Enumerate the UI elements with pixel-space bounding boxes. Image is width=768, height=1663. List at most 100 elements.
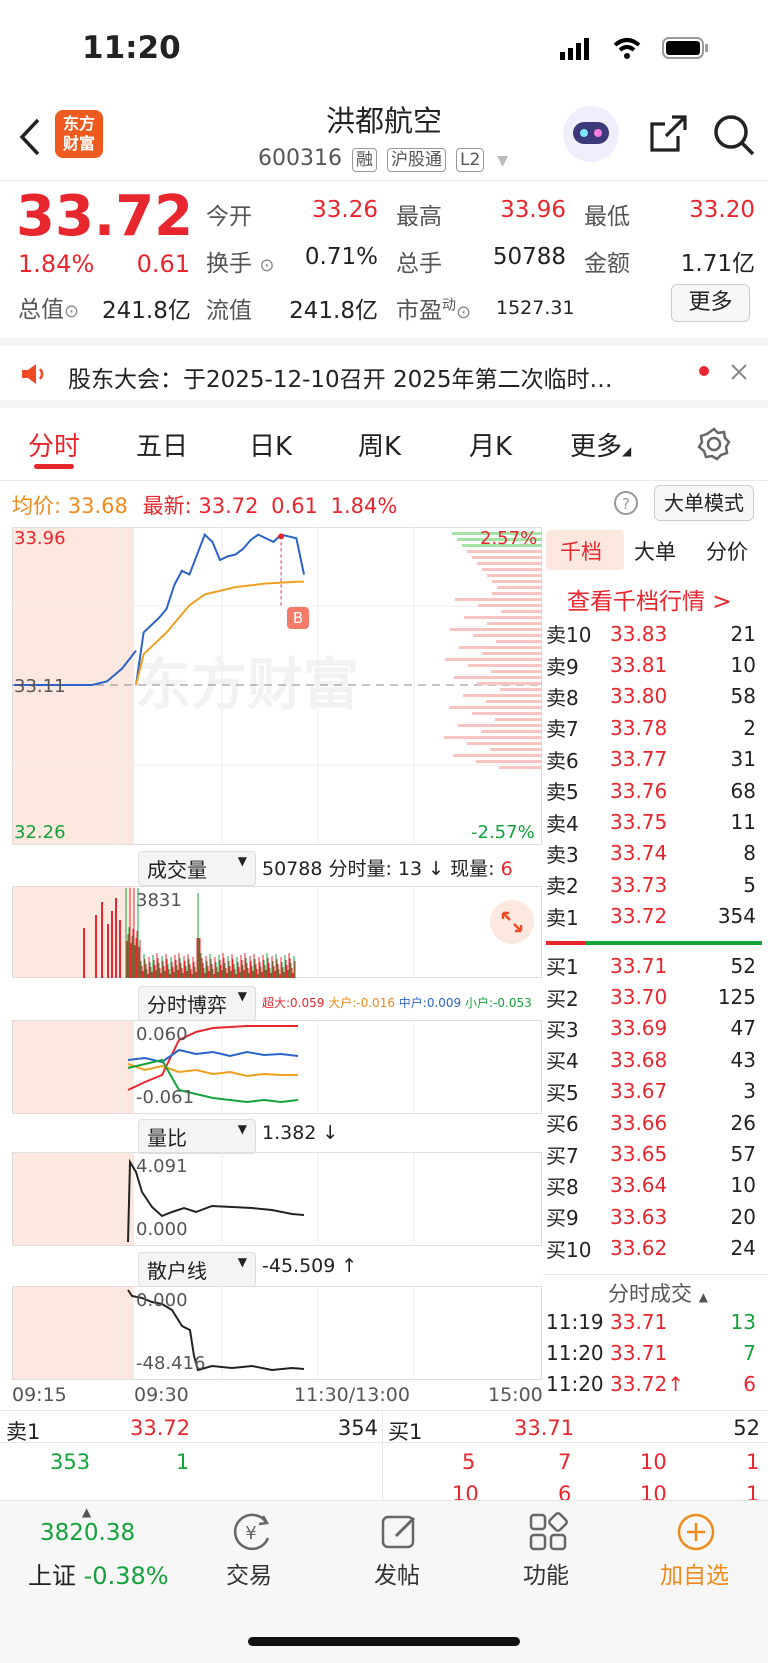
- bq-r2a: 353: [50, 1450, 91, 1474]
- tick-row[interactable]: 11:20 33.71 7: [546, 1337, 768, 1368]
- close-icon[interactable]: [731, 364, 747, 380]
- index-row[interactable]: 上证 -0.38%: [28, 1556, 169, 1591]
- tab-weekly[interactable]: 周K: [358, 426, 401, 463]
- depth-bar: [467, 742, 542, 745]
- open-value: 33.26: [312, 197, 378, 223]
- bid-row[interactable]: 买6 33.66 26: [546, 1107, 768, 1138]
- ticks-table: 11:19 33.71 13 11:20 33.71 7 11:20 33.72↑ 6: [546, 1306, 768, 1400]
- tab-5day[interactable]: 五日: [136, 426, 188, 463]
- caret-up-icon[interactable]: ▲: [82, 1505, 91, 1519]
- ask-row[interactable]: 卖7 33.78 2: [546, 712, 768, 743]
- info-icon[interactable]: ⊙: [64, 301, 79, 322]
- depth-bar: [467, 550, 542, 553]
- help-icon[interactable]: ?: [613, 490, 639, 516]
- share-icon[interactable]: [648, 114, 688, 154]
- tab-more[interactable]: 更多◢: [570, 426, 631, 463]
- info-icon[interactable]: ⊙: [456, 302, 471, 323]
- game-select[interactable]: 分时博弈 ▼: [138, 986, 256, 1021]
- ask-row[interactable]: 卖3 33.74 8: [546, 838, 768, 869]
- bid-row[interactable]: 买1 33.71 52: [546, 950, 768, 981]
- bid-row[interactable]: 买10 33.62 24: [546, 1233, 768, 1264]
- tick-level: 11:20: [546, 1372, 604, 1397]
- ratio-select[interactable]: 量比 ▼: [138, 1119, 256, 1154]
- tab-intraday[interactable]: 分时: [28, 426, 80, 463]
- tab-monthly[interactable]: 月K: [469, 426, 512, 463]
- notice-text[interactable]: 股东大会：于2025-12-10召开 2025年第二次临时…: [68, 360, 613, 394]
- trade-yen-icon[interactable]: ¥: [230, 1512, 274, 1552]
- depth-bar: [500, 688, 542, 691]
- retail-select[interactable]: 散户线 ▼: [138, 1252, 256, 1287]
- depth-bar: [499, 766, 542, 769]
- bid-row[interactable]: 买4 33.68 43: [546, 1044, 768, 1075]
- ask-row[interactable]: 卖9 33.81 10: [546, 649, 768, 680]
- x-label-noon: 11:30/13:00: [294, 1384, 410, 1406]
- ask-level: 卖4: [546, 811, 579, 836]
- info-icon[interactable]: ⊙: [259, 255, 274, 276]
- depth-bar: [473, 634, 542, 637]
- tab-thousand[interactable]: 千档: [560, 536, 602, 566]
- bid-row[interactable]: 买7 33.65 57: [546, 1138, 768, 1169]
- nav-add-favorite[interactable]: 加自选: [660, 1556, 729, 1590]
- settings-gear-icon[interactable]: [697, 427, 731, 461]
- tick-row[interactable]: 11:20 33.72↑ 6: [546, 1369, 768, 1400]
- view-depth-link[interactable]: 查看千档行情 >: [567, 582, 732, 616]
- big-order-mode-button[interactable]: 大单模式: [654, 485, 754, 521]
- bid-row[interactable]: 买5 33.67 3: [546, 1076, 768, 1107]
- ask-level: 卖1: [546, 905, 579, 930]
- search-icon[interactable]: [713, 114, 757, 158]
- tab-indicator: [34, 464, 74, 469]
- more-button[interactable]: 更多: [671, 284, 750, 322]
- ask-table: 卖10 33.83 21 卖9 33.81 10 卖8 33.80 58 卖7 33.78 2 卖6 33…: [546, 618, 768, 932]
- ask-row[interactable]: 卖6 33.77 31: [546, 744, 768, 775]
- ask-price: 33.74: [610, 841, 668, 866]
- x-label-close: 15:00: [488, 1384, 543, 1406]
- tab-daily[interactable]: 日K: [249, 426, 292, 463]
- average-price-line: [135, 580, 304, 686]
- volume-max-label: 3831: [136, 890, 182, 911]
- ask-row[interactable]: 卖10 33.83 21: [546, 618, 768, 649]
- mcap-value: 241.8亿: [102, 298, 191, 324]
- ask-row[interactable]: 卖5 33.76 68: [546, 775, 768, 806]
- bid-level: 买6: [546, 1112, 579, 1137]
- index-value[interactable]: 3820.38: [40, 1520, 135, 1546]
- ask-level: 卖3: [546, 842, 579, 867]
- tick-price: 33.72↑: [610, 1372, 685, 1397]
- tab-big-order[interactable]: 大单: [634, 536, 676, 566]
- tick-volume: 13: [730, 1309, 756, 1334]
- tab-price[interactable]: 分价: [706, 536, 748, 566]
- tick-level: 11:20: [546, 1341, 604, 1366]
- ask-price: 33.72: [610, 904, 668, 929]
- ask-price: 33.80: [610, 684, 668, 709]
- post-edit-icon[interactable]: [380, 1512, 420, 1552]
- buy-marker[interactable]: B: [287, 607, 309, 629]
- bid-row[interactable]: 买3 33.69 47: [546, 1013, 768, 1044]
- volume-select[interactable]: 成交量 ▼: [138, 851, 256, 886]
- ask-row[interactable]: 卖4 33.75 11: [546, 806, 768, 837]
- function-grid-icon[interactable]: [528, 1512, 568, 1552]
- ticks-header[interactable]: 分时成交 ▲: [608, 1278, 708, 1308]
- retail-ymax: 0.000: [136, 1290, 188, 1311]
- speaker-icon: [22, 364, 44, 384]
- add-favorite-icon[interactable]: [676, 1512, 716, 1552]
- chevron-down-icon[interactable]: ▼: [497, 153, 508, 169]
- bid-row[interactable]: 买8 33.64 10: [546, 1170, 768, 1201]
- bid-row[interactable]: 买9 33.63 20: [546, 1201, 768, 1232]
- depth-bar: [490, 748, 542, 751]
- robot-avatar-icon[interactable]: [563, 106, 619, 162]
- bq-r2e: 10: [640, 1450, 667, 1474]
- ask-row[interactable]: 卖8 33.80 58: [546, 681, 768, 712]
- ask-row[interactable]: 卖2 33.73 5: [546, 869, 768, 900]
- volume-value: 50788: [492, 244, 566, 270]
- nav-trade[interactable]: 交易: [226, 1556, 272, 1590]
- ratio-value: 1.382 ↓: [262, 1122, 339, 1144]
- nav-post[interactable]: 发帖: [374, 1556, 420, 1590]
- nav-function[interactable]: 功能: [523, 1556, 569, 1590]
- game-plot: [117, 1020, 415, 1114]
- bid-level: 买4: [546, 1049, 579, 1074]
- bid-row[interactable]: 买2 33.70 125: [546, 981, 768, 1012]
- expand-icon[interactable]: [490, 900, 534, 944]
- bid-price: 33.66: [610, 1110, 668, 1135]
- ask-row[interactable]: 卖1 33.72 354: [546, 901, 768, 932]
- depth-bar: [463, 694, 542, 697]
- tick-row[interactable]: 11:19 33.71 13: [546, 1306, 768, 1337]
